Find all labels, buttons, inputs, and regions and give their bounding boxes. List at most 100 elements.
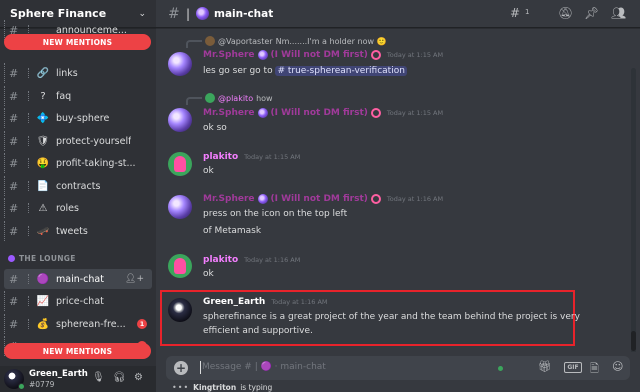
message-header: plakito Today at 1:16 AM — [203, 255, 300, 265]
channel-name: main-chat — [56, 273, 104, 285]
money-face-icon: 🤑 — [36, 157, 50, 169]
reply-author: @plakito — [218, 93, 254, 103]
channel-price-chat[interactable]: # 📈 price-chat — [0, 291, 156, 311]
timestamp: Today at 1:15 AM — [244, 153, 301, 161]
server-name: Sphere Finance — [10, 7, 107, 20]
threads-icon[interactable]: # — [510, 6, 520, 20]
notification-muted-icon[interactable]: 🔕︎ — [558, 6, 573, 20]
category-the-lounge[interactable]: THE LOUNGE — [8, 254, 76, 263]
message-header: plakito Today at 1:15 AM — [203, 152, 300, 162]
mic-muted-icon[interactable]: 🎙︎ — [92, 372, 105, 383]
sticker-icon[interactable]: 🗎︎ — [590, 360, 599, 379]
attach-plus-icon[interactable]: + — [174, 361, 188, 375]
hash-icon: # — [9, 272, 19, 286]
avatar[interactable] — [168, 52, 192, 76]
emoji-icon[interactable]: ☺︎ — [612, 360, 623, 373]
channel-name: protect-yourself — [56, 135, 132, 147]
channel-main-chat[interactable]: # 🟣 main-chat 👤︎+ — [4, 269, 152, 289]
channel-links[interactable]: # 🔗 links — [0, 63, 156, 83]
text-cursor — [200, 361, 201, 374]
channel-contracts[interactable]: # 📄 contracts — [0, 176, 156, 196]
avatar[interactable] — [168, 298, 192, 322]
new-mentions-pill-bottom[interactable]: NEW MENTIONS — [4, 343, 151, 359]
channel-sidebar: Sphere Finance ⌄ # announceme... # rules… — [0, 0, 156, 392]
message-text: of Metamask — [203, 226, 262, 236]
hash-icon: # — [9, 179, 19, 193]
status-dot-icon — [498, 366, 503, 371]
message-header: Mr.Sphere (I Will not DM first) Today at… — [203, 108, 443, 118]
message-text-before: les go ser go to — [203, 66, 276, 76]
avatar — [205, 36, 215, 46]
channel-protect-yourself[interactable]: # 🛡 protect-yourself — [0, 131, 156, 151]
channel-mention[interactable]: # true-spherean-verification — [275, 66, 407, 76]
gear-icon[interactable]: ⚙ — [134, 372, 143, 383]
channel-spherean-free[interactable]: # 💰 spherean-fre... 1 — [0, 314, 156, 334]
channel-divider — [28, 91, 30, 101]
channel-divider — [28, 136, 30, 146]
member-list-icon[interactable]: 👥︎ — [611, 6, 626, 20]
orb-icon — [196, 7, 209, 20]
orb-icon — [257, 108, 268, 118]
author-name[interactable]: Mr.Sphere — [203, 108, 255, 118]
hash-icon: # — [9, 111, 19, 125]
channel-name: contracts — [56, 180, 101, 192]
add-member-icon[interactable]: 👤︎+ — [125, 274, 144, 284]
gif-button[interactable]: GIF — [564, 362, 582, 373]
avatar[interactable] — [168, 254, 192, 278]
channel-divider — [28, 226, 30, 236]
author-name[interactable]: Mr.Sphere — [203, 50, 255, 60]
channel-name: links — [56, 67, 78, 79]
channel-divider — [28, 68, 30, 78]
hash-icon: # — [168, 5, 180, 22]
skate-icon: 🛹 — [36, 225, 50, 237]
scrollbar-thumb[interactable] — [631, 331, 636, 351]
message-composer[interactable]: + Message # | 🟣 · main-chat 🎁︎ GIF 🗎︎ ☺︎ — [166, 356, 630, 380]
timestamp: Today at 1:15 AM — [386, 51, 444, 59]
warning-icon: ⚠ — [38, 202, 48, 214]
avatar[interactable] — [168, 152, 192, 176]
headphones-icon[interactable]: 🎧︎ — [113, 372, 126, 383]
avatar[interactable] — [168, 195, 192, 219]
ring-icon — [370, 50, 381, 60]
reply-connector — [186, 97, 202, 105]
channel-roles[interactable]: # ⚠ roles — [0, 198, 156, 218]
new-mentions-pill-top[interactable]: NEW MENTIONS — [4, 34, 151, 50]
channel-divider — [28, 181, 30, 191]
scrollbar-track[interactable] — [631, 68, 636, 352]
hash-icon: # — [9, 89, 19, 103]
orb-icon — [257, 194, 268, 204]
author-name[interactable]: Green_Earth — [203, 297, 265, 307]
channel-faq[interactable]: # ? faq — [0, 86, 156, 106]
author-name[interactable]: plakito — [203, 255, 238, 265]
message-text: spherefinance is a great project of the … — [203, 312, 580, 322]
gift-icon[interactable]: 🎁︎ — [538, 360, 552, 373]
username: Green_Earth — [29, 369, 88, 379]
pin-icon[interactable]: 📌︎ — [584, 6, 599, 20]
author-name[interactable]: Mr.Sphere — [203, 194, 255, 204]
channel-profit-taking[interactable]: # 🤑 profit-taking-st... — [0, 153, 156, 173]
message-input-placeholder[interactable]: Message # | 🟣 · main-chat — [202, 362, 326, 372]
reply-preview[interactable]: @plakito how — [186, 91, 273, 105]
unread-badge: 1 — [137, 319, 147, 329]
author-suffix: (I Will not DM first) — [270, 108, 368, 118]
message-text: ok — [203, 269, 214, 279]
typing-indicator: ••• Kingtriton is typing — [172, 383, 272, 392]
message-text: ok so — [203, 123, 227, 133]
avatar[interactable] — [168, 108, 192, 132]
document-icon: 📄 — [36, 180, 50, 192]
typing-text: is typing — [240, 383, 273, 392]
channel-divider — [28, 319, 30, 329]
user-panel: Green_Earth #0779 🎙︎ 🎧︎ ⚙ — [0, 366, 156, 392]
ring-icon — [370, 194, 381, 204]
hash-icon: # — [9, 294, 19, 308]
reply-connector — [186, 40, 202, 48]
chevron-down-icon[interactable]: ⌄ — [138, 9, 146, 19]
typing-user: Kingtriton — [193, 383, 237, 392]
author-name[interactable]: plakito — [203, 152, 238, 162]
reply-preview[interactable]: @Vaportaster Nm.......I'm a holder now 🙂 — [186, 34, 387, 48]
diamond-icon: 💠 — [36, 112, 50, 124]
channel-tweets[interactable]: # 🛹 tweets — [0, 221, 156, 241]
link-icon: 🔗 — [36, 67, 50, 79]
channel-buy-sphere[interactable]: # 💠 buy-sphere — [0, 108, 156, 128]
timestamp: Today at 1:15 AM — [386, 109, 444, 117]
